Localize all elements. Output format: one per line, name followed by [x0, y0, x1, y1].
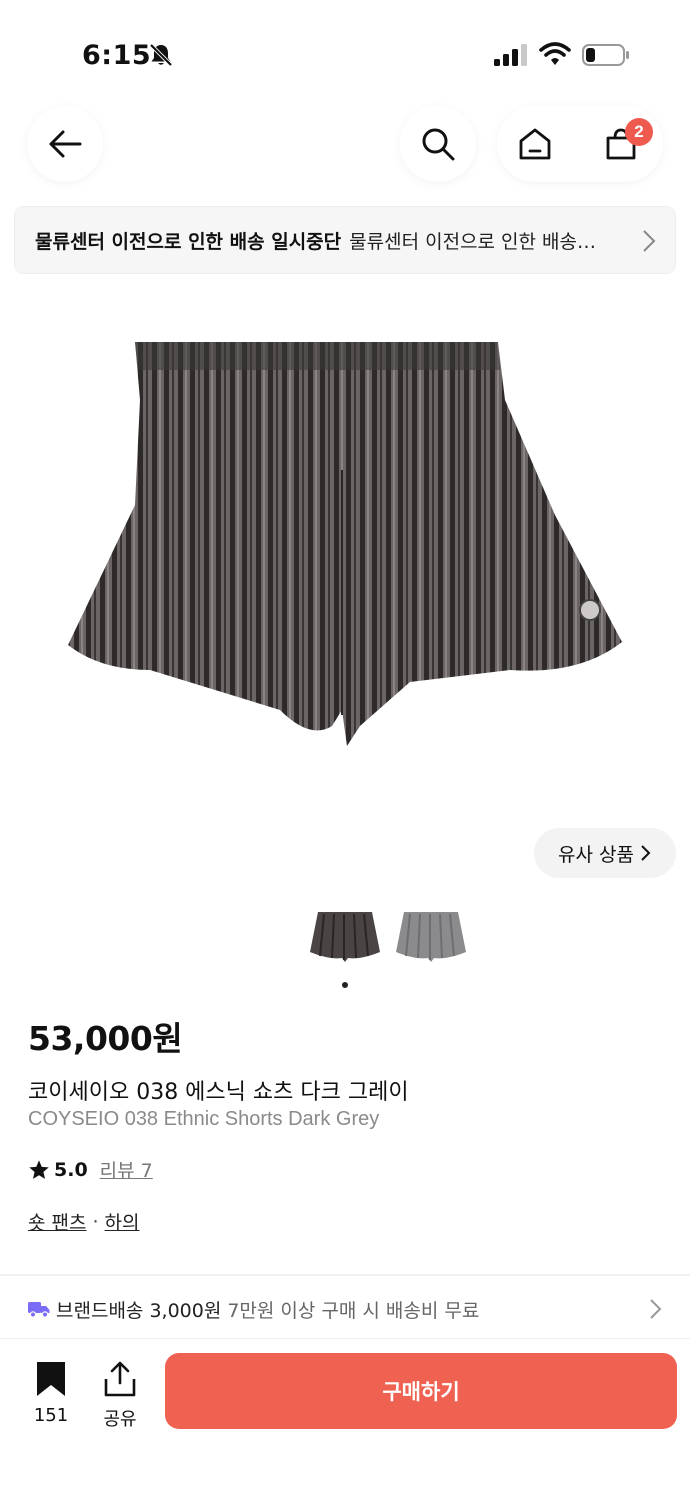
product-name-korean: 코이세이오 038 에스닉 쇼츠 다크 그레이: [28, 1080, 409, 1105]
product-price: 53,000원: [28, 1019, 183, 1058]
rating-row: 5.0 리뷰 7: [28, 1156, 153, 1183]
buy-button[interactable]: 구매하기: [165, 1353, 677, 1429]
notice-title: 물류센터 이전으로 인한 배송 일시중단: [35, 230, 342, 253]
chevron-right-icon: [643, 230, 656, 252]
section-divider: [0, 1274, 690, 1276]
bell-muted-icon: [149, 43, 173, 67]
home-icon: [519, 128, 551, 160]
status-time: 6:15: [82, 40, 152, 71]
carousel-indicator: [342, 982, 348, 988]
wifi-icon: [539, 42, 571, 65]
home-button[interactable]: [511, 120, 559, 168]
header-action-group: 2: [497, 106, 663, 182]
bookmark-count: 151: [33, 1405, 69, 1426]
back-arrow-icon: [49, 130, 82, 158]
notice-text: 물류센터 이전으로 인한 배송 일시중단: [349, 230, 600, 253]
category-separator: ·: [92, 1210, 99, 1233]
truck-icon: [28, 1302, 50, 1318]
bottom-action-bar: 151 공유 구매하기: [0, 1338, 690, 1500]
chevron-right-icon: [650, 1299, 662, 1319]
rating-value: 5.0: [54, 1158, 88, 1181]
star-icon: [29, 1159, 49, 1179]
shipping-free-condition: 7만원 이상 구매 시 배송비 무료: [227, 1299, 480, 1322]
category-link-short-pants[interactable]: 숏 팬츠: [28, 1208, 86, 1235]
share-icon: [104, 1361, 136, 1397]
status-bar: 6:15: [0, 0, 690, 100]
share-button[interactable]: 공유: [96, 1361, 144, 1431]
similar-products-label: 유사 상품: [558, 843, 634, 866]
search-icon: [422, 128, 455, 161]
cart-count-badge: 2: [625, 118, 653, 146]
cellular-signal-icon: [494, 44, 527, 66]
bookmark-icon: [37, 1362, 65, 1396]
notice-banner[interactable]: 물류센터 이전으로 인한 배송 일시중단 물류센터 이전으로 인한 배송 일시중…: [14, 206, 676, 274]
bookmark-button[interactable]: 151: [22, 1361, 80, 1431]
search-button[interactable]: [400, 106, 476, 182]
category-breadcrumb: 숏 팬츠 · 하의: [28, 1208, 140, 1235]
similar-products-button[interactable]: 유사 상품: [534, 828, 676, 878]
product-image[interactable]: [60, 330, 630, 760]
thumbnail-dark-grey[interactable]: [310, 908, 380, 964]
category-link-bottoms[interactable]: 하의: [105, 1208, 140, 1235]
shipping-info-row[interactable]: 브랜드배송 3,000원 7만원 이상 구매 시 배송비 무료: [28, 1292, 668, 1326]
review-link[interactable]: 리뷰 7: [100, 1156, 153, 1183]
battery-icon: [582, 44, 629, 66]
back-button[interactable]: [27, 106, 103, 182]
chevron-right-icon: [641, 845, 651, 861]
thumbnail-light-grey[interactable]: [396, 908, 466, 964]
product-name-english: COYSEIO 038 Ethnic Shorts Dark Grey: [28, 1108, 380, 1130]
shipping-fee: 브랜드배송 3,000원: [56, 1299, 222, 1322]
share-label: 공유: [103, 1409, 137, 1430]
